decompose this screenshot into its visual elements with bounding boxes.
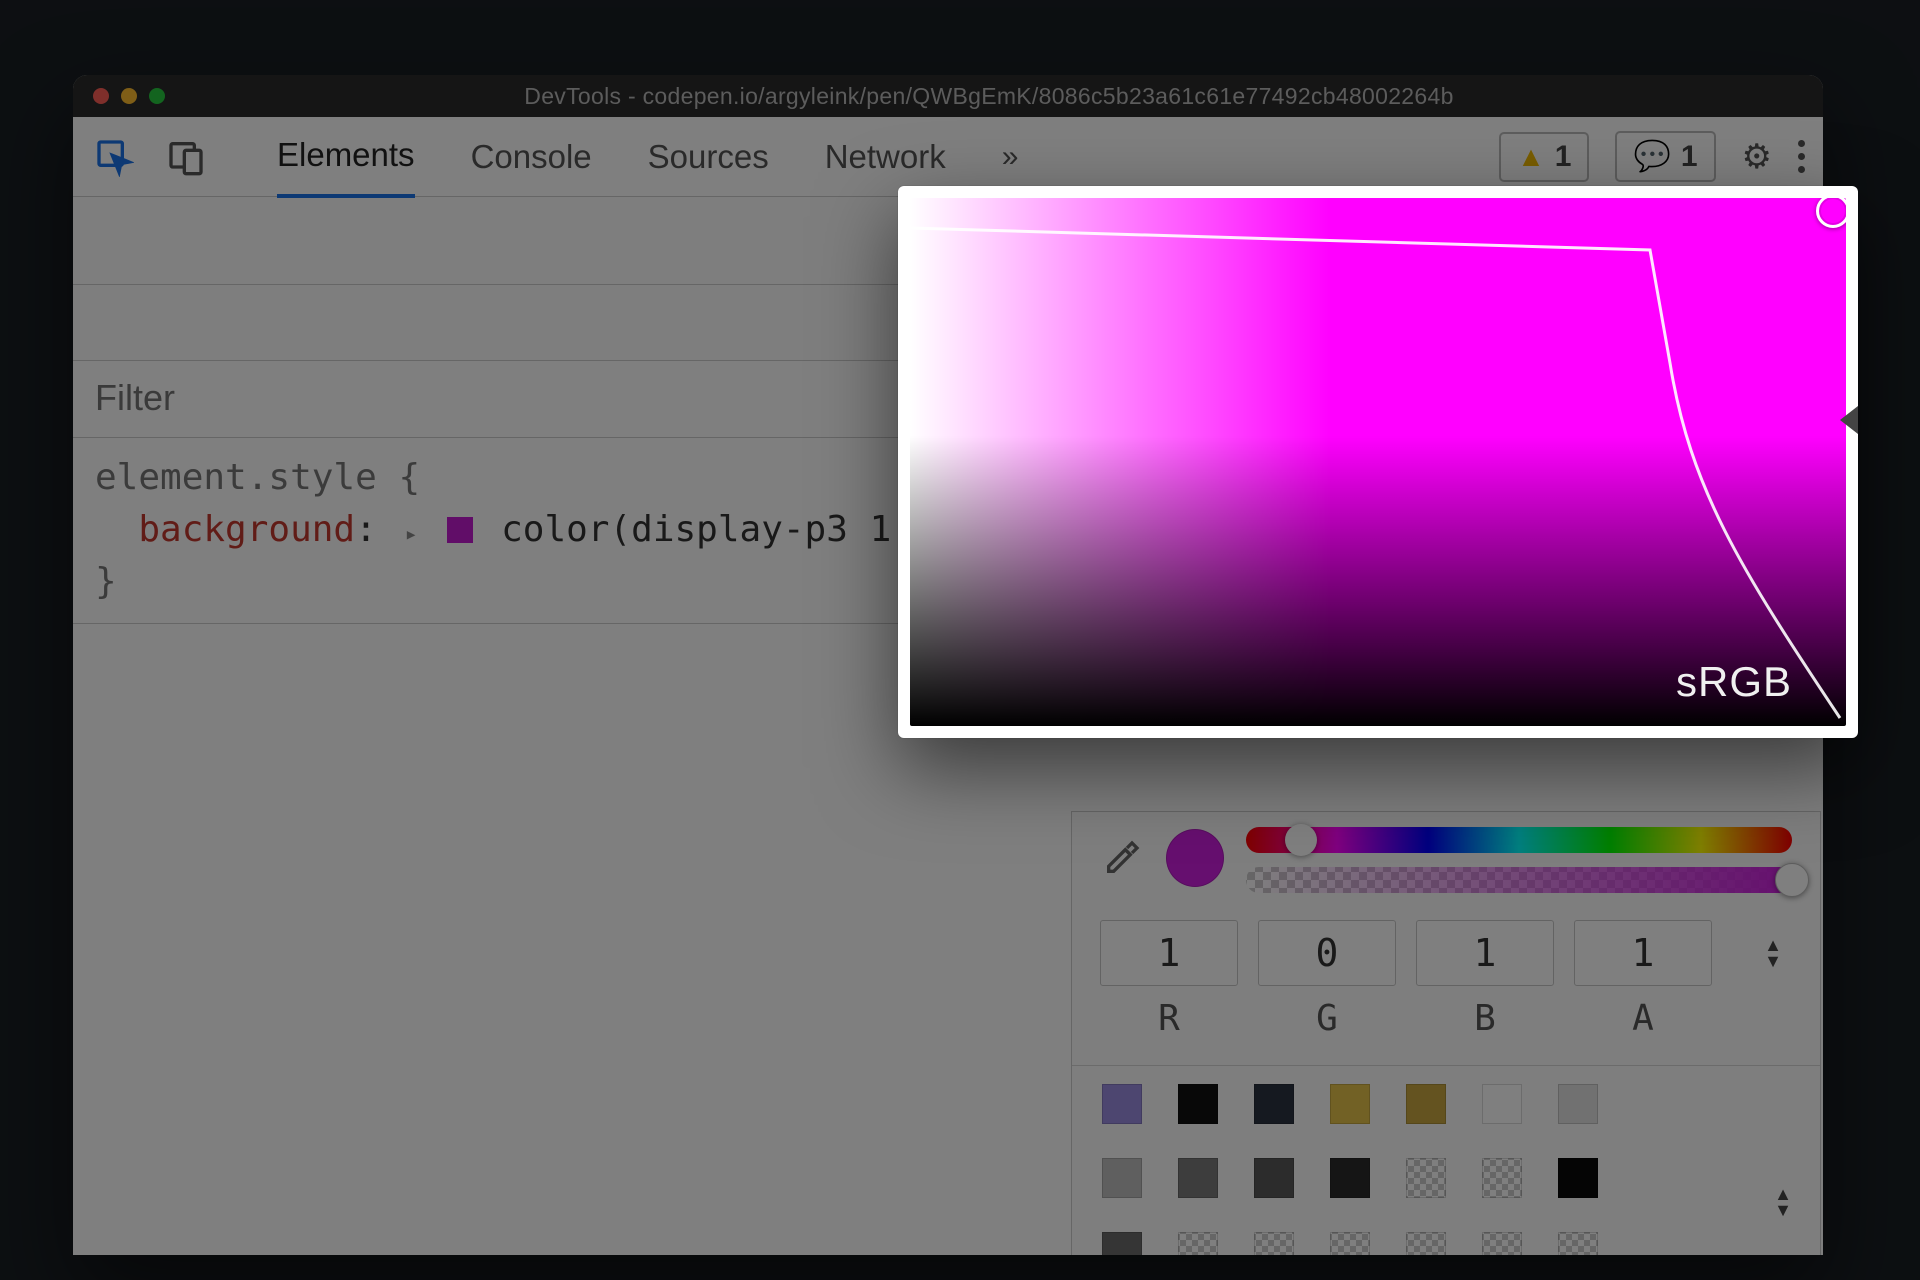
format-switch-icon[interactable]: ▲▼ [1764, 937, 1782, 969]
palette-swatch[interactable] [1406, 1232, 1446, 1255]
channel-r-input[interactable]: 1 [1100, 920, 1238, 986]
palette-swatch[interactable] [1558, 1232, 1598, 1255]
alpha-slider[interactable] [1246, 867, 1792, 893]
devtools-toolbar: Elements Console Sources Network » ▲ 1 💬… [73, 117, 1823, 197]
channel-g-label: G [1258, 998, 1396, 1039]
gamut-boundary-label: sRGB [1676, 658, 1792, 706]
expand-icon[interactable]: ▸ [404, 522, 417, 547]
close-icon[interactable] [93, 88, 109, 104]
palette-swatch[interactable] [1178, 1232, 1218, 1255]
palette-swatch[interactable] [1406, 1084, 1446, 1124]
palette-swatch[interactable] [1330, 1232, 1370, 1255]
channel-r-label: R [1100, 998, 1238, 1039]
palette-swatch[interactable] [1102, 1084, 1142, 1124]
palette-swatch[interactable] [1558, 1084, 1598, 1124]
eyedropper-icon[interactable] [1100, 836, 1144, 880]
hue-thumb[interactable] [1285, 824, 1317, 856]
palette-swatch[interactable] [1178, 1158, 1218, 1198]
palette-swatch[interactable] [1482, 1158, 1522, 1198]
palette-swatch[interactable] [1482, 1084, 1522, 1124]
palette-swatch[interactable] [1330, 1158, 1370, 1198]
palette-swatch[interactable] [1102, 1232, 1142, 1255]
window-title: DevTools - codepen.io/argyleink/pen/QWBg… [175, 83, 1803, 110]
tab-sources[interactable]: Sources [648, 118, 769, 196]
info-badge[interactable]: 💬 1 [1615, 131, 1715, 182]
palette-swatch[interactable] [1178, 1084, 1218, 1124]
tab-elements[interactable]: Elements [277, 116, 415, 198]
traffic-lights [93, 88, 165, 104]
more-tabs-icon[interactable]: » [1002, 140, 1019, 174]
palette-swatches [1072, 1084, 1820, 1255]
info-icon: 💬 [1633, 139, 1670, 174]
palette-switch-icon[interactable]: ▲▼ [1774, 1186, 1792, 1218]
color-swatch-icon[interactable] [447, 517, 473, 543]
maximize-icon[interactable] [149, 88, 165, 104]
current-color-preview [1166, 829, 1224, 887]
channel-a-label: A [1574, 998, 1712, 1039]
warnings-badge[interactable]: ▲ 1 [1499, 132, 1589, 182]
overflow-menu-icon[interactable] [1798, 140, 1805, 173]
color-spectrum[interactable]: sRGB [910, 198, 1846, 726]
channel-a-input[interactable]: 1 [1574, 920, 1712, 986]
channel-g-input[interactable]: 0 [1258, 920, 1396, 986]
palette-swatch[interactable] [1330, 1084, 1370, 1124]
palette-swatch[interactable] [1254, 1232, 1294, 1255]
channel-b-input[interactable]: 1 [1416, 920, 1554, 986]
inspect-element-icon[interactable] [91, 134, 137, 180]
device-toggle-icon[interactable] [163, 134, 209, 180]
minimize-icon[interactable] [121, 88, 137, 104]
palette-swatch[interactable] [1482, 1232, 1522, 1255]
info-count: 1 [1681, 140, 1698, 174]
titlebar: DevTools - codepen.io/argyleink/pen/QWBg… [73, 75, 1823, 117]
warnings-count: 1 [1555, 140, 1572, 174]
palette-swatch[interactable] [1254, 1084, 1294, 1124]
palette-swatch[interactable] [1406, 1158, 1446, 1198]
tab-network[interactable]: Network [825, 118, 946, 196]
css-property-value[interactable]: color(display-p3 1 0 [501, 509, 934, 550]
rule-selector[interactable]: element.style [95, 457, 377, 498]
tab-console[interactable]: Console [471, 118, 592, 196]
warning-icon: ▲ [1517, 141, 1545, 173]
gamut-indicator-icon [1840, 406, 1858, 434]
channel-b-label: B [1416, 998, 1554, 1039]
css-property-name[interactable]: background [138, 509, 355, 550]
hue-slider[interactable] [1246, 827, 1792, 853]
palette-swatch[interactable] [1254, 1158, 1294, 1198]
palette-swatch[interactable] [1558, 1158, 1598, 1198]
palette-swatch[interactable] [1102, 1158, 1142, 1198]
color-picker-body: 1 0 1 1 ▲▼ R G B A ▲▼ [1071, 811, 1821, 1255]
spectrum-popover: sRGB [898, 186, 1858, 738]
alpha-thumb[interactable] [1775, 863, 1809, 897]
settings-icon[interactable]: ⚙ [1742, 137, 1772, 177]
spectrum-cursor[interactable] [1816, 198, 1846, 228]
